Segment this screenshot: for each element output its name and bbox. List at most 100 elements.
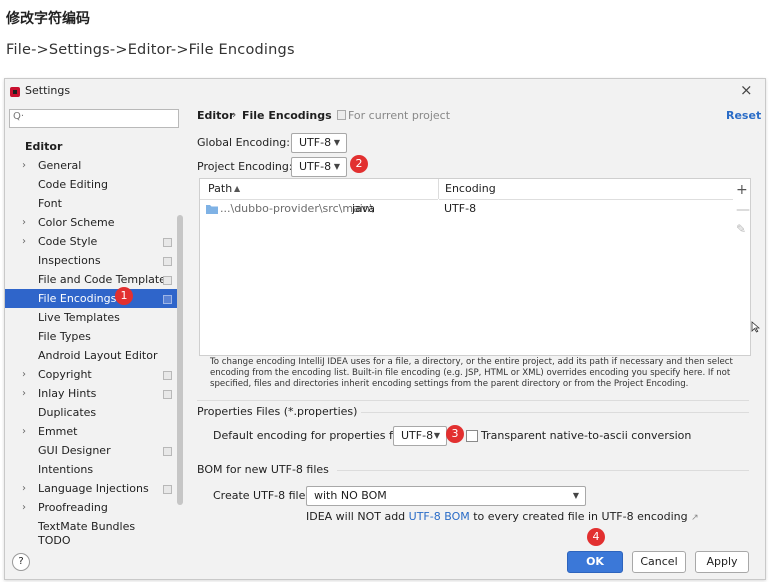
native-to-ascii-checkbox[interactable] <box>466 430 478 442</box>
external-link-icon: ↗ <box>691 513 699 523</box>
breadcrumb-current: File Encodings <box>242 109 332 122</box>
table-header-encoding[interactable]: Encoding <box>439 179 733 200</box>
mouse-cursor-icon <box>751 321 760 333</box>
sidebar-item-intentions[interactable]: Intentions <box>5 460 181 479</box>
sidebar-item-file-encodings[interactable]: File Encodings <box>5 289 181 308</box>
project-config-icon <box>163 371 172 380</box>
add-icon[interactable]: + <box>736 182 748 198</box>
sidebar-item-label: Code Style <box>38 235 98 248</box>
native-to-ascii-label[interactable]: Transparent native-to-ascii conversion <box>481 429 691 442</box>
create-utf8-label: Create UTF-8 files: <box>213 489 315 502</box>
settings-search-input[interactable]: Q· <box>9 109 179 128</box>
properties-encoding-value: UTF-8 <box>401 429 434 442</box>
apply-button[interactable]: Apply <box>695 551 749 573</box>
global-encoding-value: UTF-8 <box>299 136 332 149</box>
sidebar-item-live-templates[interactable]: Live Templates <box>5 308 181 327</box>
sidebar-item-color-scheme[interactable]: › Color Scheme <box>5 213 181 232</box>
file-encodings-panel: Editor › File Encodings For current proj… <box>185 105 765 545</box>
chevron-down-icon: ▼ <box>572 491 579 500</box>
bom-select[interactable]: with NO BOM ▼ <box>306 486 586 506</box>
remove-icon[interactable]: — <box>736 202 750 218</box>
project-scope-icon <box>337 110 346 120</box>
sidebar-item-general[interactable]: › General <box>5 156 181 175</box>
bom-note-suffix: to every created file in UTF-8 encoding <box>469 510 688 523</box>
sidebar-item-label: Emmet <box>38 425 78 438</box>
sidebar-item-label: Android Layout Editor <box>38 349 158 362</box>
close-icon[interactable]: × <box>740 81 753 99</box>
sidebar-item-label: Proofreading <box>38 501 108 514</box>
sidebar-item-gui-designer[interactable]: GUI Designer <box>5 441 181 460</box>
step-badge-1: 1 <box>115 287 133 305</box>
sidebar-item-label: Live Templates <box>38 311 120 324</box>
sidebar-item-file-and-code-templates[interactable]: File and Code Templates <box>5 270 181 289</box>
global-encoding-select[interactable]: UTF-8 ▼ <box>291 133 347 153</box>
edit-icon[interactable]: ✎ <box>736 222 746 236</box>
sidebar-item-android-layout-editor[interactable]: Android Layout Editor <box>5 346 181 365</box>
sidebar-item-label: Inspections <box>38 254 101 267</box>
intellij-app-icon <box>10 87 20 97</box>
bom-value: with NO BOM <box>314 489 387 502</box>
sidebar-group-label: Editor <box>25 140 63 153</box>
chevron-right-icon: › <box>22 502 26 513</box>
path-encoding-table: Path ▲ Encoding ...\dubbo-provider\src\m… <box>199 178 751 356</box>
folder-icon <box>206 205 218 214</box>
project-config-icon <box>163 295 172 304</box>
divider <box>361 412 749 413</box>
settings-dialog: Settings × Q· Editor › General Code Edit… <box>4 78 766 580</box>
global-encoding-label: Global Encoding: <box>197 136 290 149</box>
sidebar-item-copyright[interactable]: › Copyright <box>5 365 181 384</box>
bom-note: IDEA will NOT add UTF-8 BOM to every cre… <box>306 510 699 523</box>
doc-title: 修改字符编码 <box>6 11 90 27</box>
table-row[interactable]: ...\dubbo-provider\src\main\ java UTF-8 <box>200 200 733 218</box>
table-toolbar: + — ✎ <box>732 178 750 354</box>
sidebar-item-duplicates[interactable]: Duplicates <box>5 403 181 422</box>
reset-link[interactable]: Reset <box>726 109 761 122</box>
table-header-path[interactable]: Path ▲ <box>200 179 438 200</box>
sidebar-item-label: File and Code Templates <box>38 273 172 286</box>
sidebar-group-editor[interactable]: Editor <box>5 137 181 156</box>
sidebar-item-code-style[interactable]: › Code Style <box>5 232 181 251</box>
properties-encoding-select[interactable]: UTF-8 ▼ <box>393 426 447 446</box>
breadcrumb-separator: › <box>232 108 237 121</box>
sidebar-item-label: GUI Designer <box>38 444 111 457</box>
sidebar-item-label: File Encodings <box>38 292 117 305</box>
cancel-button[interactable]: Cancel <box>632 551 686 573</box>
column-path-label: Path <box>208 182 233 195</box>
properties-encoding-label: Default encoding for properties files: <box>213 429 416 442</box>
help-button[interactable]: ? <box>12 553 30 571</box>
bom-section-title: BOM for new UTF-8 files <box>197 463 329 476</box>
sidebar-item-font[interactable]: Font <box>5 194 181 213</box>
ok-button[interactable]: OK <box>567 551 623 573</box>
project-config-icon <box>163 485 172 494</box>
sidebar-item-code-editing[interactable]: Code Editing <box>5 175 181 194</box>
sidebar-item-inlay-hints[interactable]: › Inlay Hints <box>5 384 181 403</box>
column-encoding-label: Encoding <box>445 182 496 195</box>
chevron-right-icon: › <box>22 426 26 437</box>
step-badge-3: 3 <box>446 425 464 443</box>
chevron-down-icon: ▼ <box>333 162 340 171</box>
scope-label: For current project <box>348 109 451 122</box>
divider <box>197 400 749 401</box>
sidebar-item-emmet[interactable]: › Emmet <box>5 422 181 441</box>
chevron-right-icon: › <box>22 369 26 380</box>
utf8-bom-link[interactable]: UTF-8 BOM <box>409 510 470 523</box>
sidebar-item-label: General <box>38 159 82 172</box>
search-icon: Q· <box>13 111 25 122</box>
project-config-icon <box>163 447 172 456</box>
sidebar-item-inspections[interactable]: Inspections <box>5 251 181 270</box>
sidebar-item-file-types[interactable]: File Types <box>5 327 181 346</box>
row-path-prefix: ...\dubbo-provider\src\main\ <box>220 202 374 215</box>
breadcrumb-parent: Editor <box>197 109 235 122</box>
sidebar-scrollbar[interactable] <box>177 215 183 505</box>
sidebar-item-todo[interactable]: TODO <box>5 533 181 545</box>
settings-sidebar: Editor › General Code Editing Font › Col… <box>5 131 185 545</box>
project-encoding-label: Project Encoding: <box>197 160 293 173</box>
project-encoding-select[interactable]: UTF-8 ▼ <box>291 157 347 177</box>
sidebar-item-label: Intentions <box>38 463 94 476</box>
encoding-help-text: To change encoding IntelliJ IDEA uses fo… <box>210 357 733 389</box>
bom-note-prefix: IDEA will NOT add <box>306 510 409 523</box>
sidebar-item-language-injections[interactable]: › Language Injections <box>5 479 181 498</box>
project-config-icon <box>163 390 172 399</box>
chevron-right-icon: › <box>22 160 26 171</box>
sidebar-item-proofreading[interactable]: › Proofreading <box>5 498 181 517</box>
